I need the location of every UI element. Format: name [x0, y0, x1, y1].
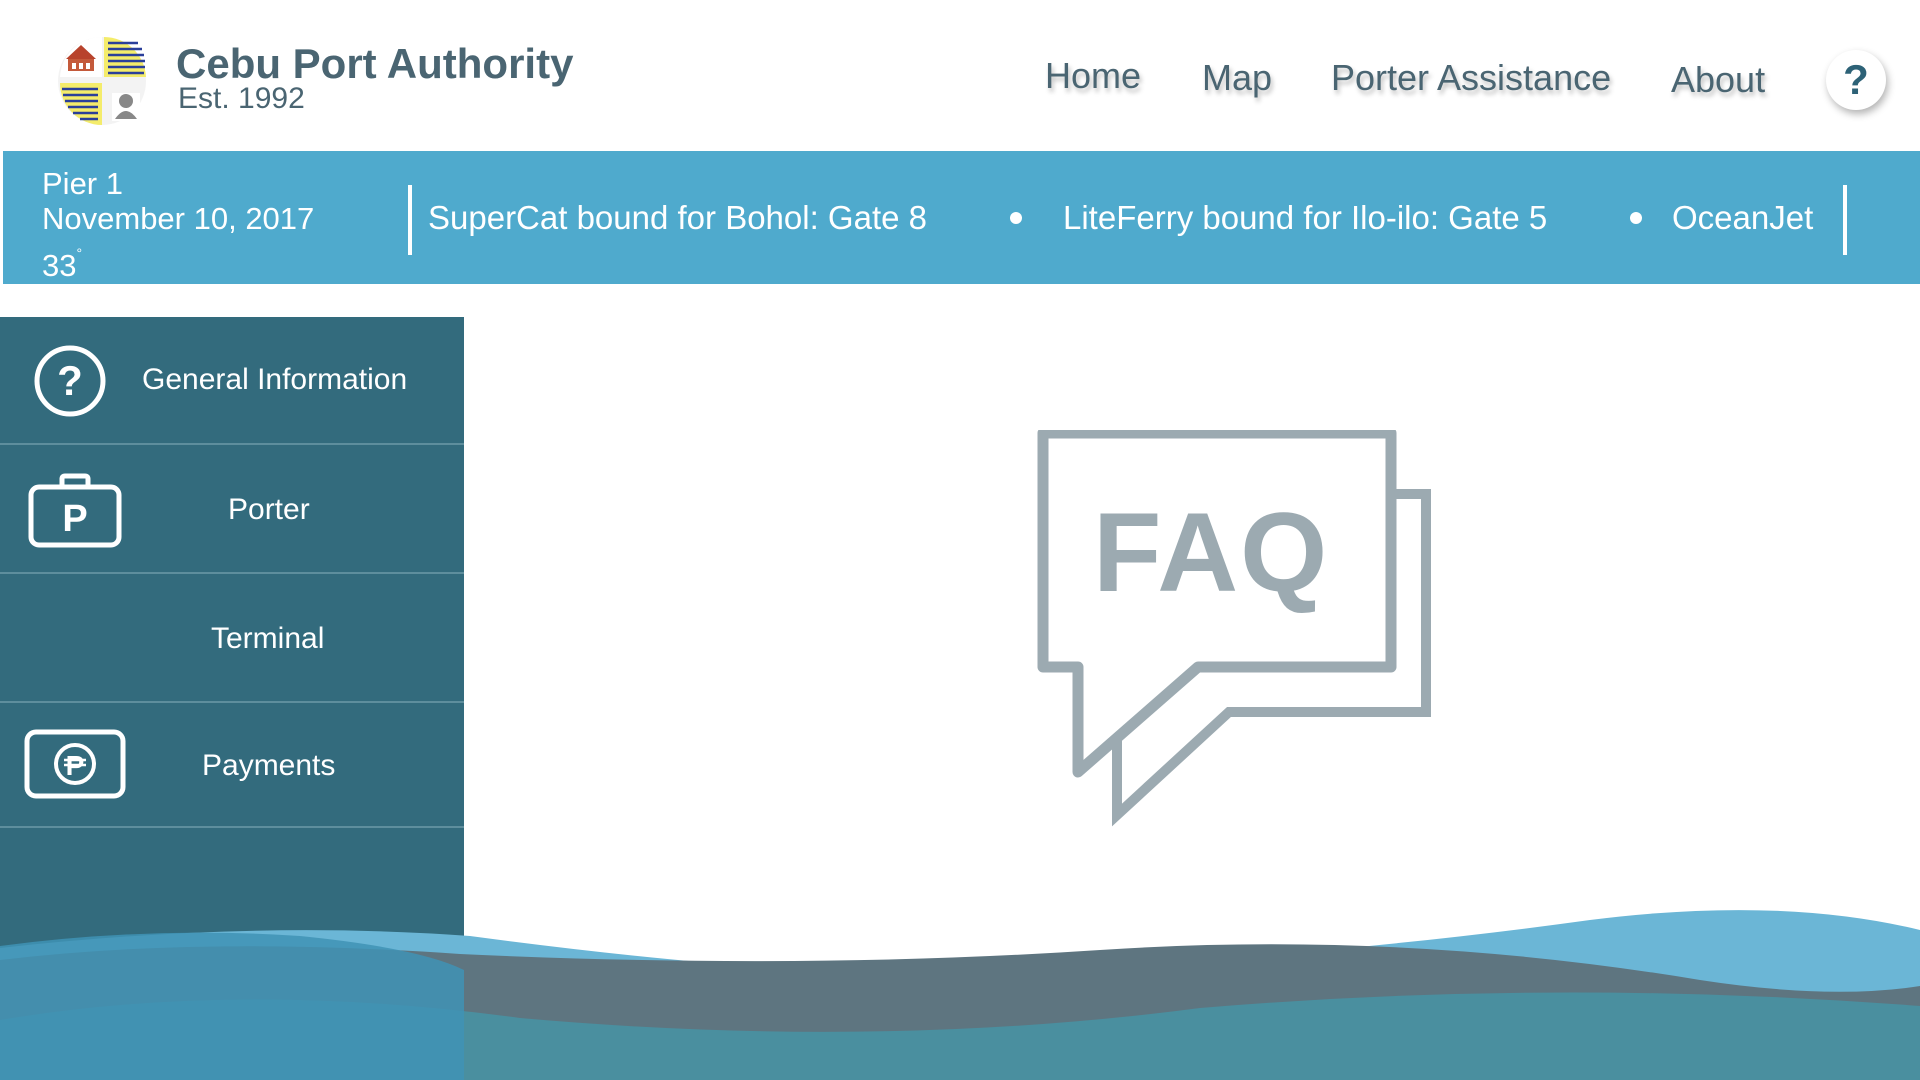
peso-bill-icon: P	[24, 729, 126, 799]
svg-text:P: P	[62, 498, 87, 540]
ticker-item: SuperCat bound for Bohol: Gate 8	[428, 199, 927, 236]
help-button[interactable]: ?	[1826, 50, 1886, 110]
nav-home[interactable]: Home	[1045, 55, 1141, 97]
nav-map[interactable]: Map	[1202, 57, 1272, 99]
sidebar-item-payments[interactable]: P Payments	[0, 704, 464, 828]
brand-established: Est. 1992	[178, 82, 305, 115]
wave-decoration	[0, 910, 1920, 1080]
sidebar-item-label: Porter	[228, 493, 310, 526]
nav-about[interactable]: About	[1671, 59, 1765, 101]
faq-label: FAQ	[1093, 490, 1330, 615]
temperature-value: 33	[42, 248, 77, 283]
sidebar-item-porter[interactable]: P Porter	[0, 446, 464, 574]
temperature-unit: °	[76, 245, 83, 261]
pier-info: Pier 1 November 10, 2017 33°	[42, 166, 314, 283]
sidebar-item-label: Payments	[202, 749, 336, 782]
sidebar-item-label: Terminal	[211, 622, 325, 655]
sidebar-item-label: General Information	[142, 363, 408, 396]
ticker-divider-left	[408, 185, 412, 255]
porter-bag-icon: P	[28, 473, 122, 548]
temperature: 33°	[42, 236, 314, 283]
port-authority-logo[interactable]	[52, 33, 154, 131]
pier-name: Pier 1	[42, 166, 123, 201]
help-icon: ?	[1843, 56, 1869, 103]
svg-text:?: ?	[57, 357, 83, 404]
current-date: November 10, 2017	[42, 201, 315, 236]
sidebar-item-terminal[interactable]: Terminal	[0, 575, 464, 703]
sidebar-item-general-information[interactable]: ? General Information	[0, 317, 464, 445]
ticker-separator	[1630, 212, 1642, 224]
info-bar: Pier 1 November 10, 2017 33° SuperCat bo…	[3, 151, 1920, 284]
nav-porter-assistance[interactable]: Porter Assistance	[1331, 57, 1611, 99]
ticker-item: OceanJet	[1672, 199, 1814, 236]
ticker-item: LiteFerry bound for Ilo-ilo: Gate 5	[1063, 199, 1548, 236]
header: Cebu Port Authority Est. 1992 Home Map P…	[0, 0, 1920, 151]
ticker-separator	[1010, 212, 1022, 224]
brand-name: Cebu Port Authority	[176, 40, 574, 87]
ticker-divider-right	[1843, 185, 1847, 255]
question-circle-icon: ?	[34, 345, 106, 417]
